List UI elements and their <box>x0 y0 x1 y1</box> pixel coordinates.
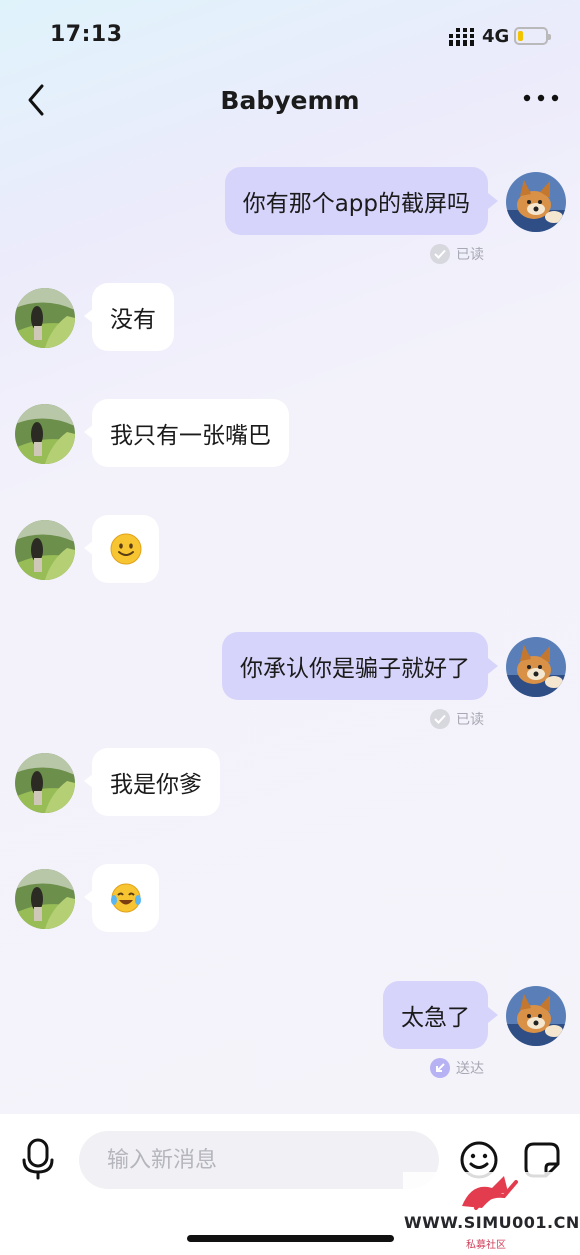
message-bubble-incoming[interactable]: 没有 <box>92 283 174 351</box>
message-text: 你有那个app的截屏吗 <box>242 191 470 217</box>
watermark-subtext: 私募社区 <box>466 1240 506 1251</box>
tears-of-joy-emoji-icon <box>110 883 141 913</box>
bubble-tail <box>488 193 498 209</box>
message-bubble-incoming[interactable] <box>92 864 159 932</box>
home-indicator[interactable] <box>187 1235 394 1242</box>
slight-smile-emoji-icon <box>110 533 141 565</box>
contact-avatar[interactable] <box>15 404 75 464</box>
send-arrow-icon <box>430 1058 450 1078</box>
read-status-text: 已读 <box>456 247 484 263</box>
read-receipt: 已读 <box>430 244 484 264</box>
contact-avatar[interactable] <box>15 869 75 929</box>
status-time: 17:13 <box>50 22 123 47</box>
message-text: 你承认你是骗子就好了 <box>240 656 470 682</box>
message-text: 我是你爹 <box>110 772 202 798</box>
message-bubble-incoming[interactable] <box>92 515 159 583</box>
bubble-tail <box>488 1007 498 1023</box>
read-receipt: 已读 <box>430 709 484 729</box>
message-text: 没有 <box>110 307 156 333</box>
microphone-icon[interactable] <box>20 1138 56 1180</box>
watermark-text: WWW.SIMU001.CN <box>404 1213 580 1232</box>
delivered-status-text: 送达 <box>456 1061 484 1077</box>
message-bubble-incoming[interactable]: 我是你爹 <box>92 748 220 816</box>
delivery-receipt: 送达 <box>430 1058 484 1078</box>
read-status-text: 已读 <box>456 712 484 728</box>
message-bubble-outgoing[interactable]: 太急了 <box>383 981 488 1049</box>
contact-avatar[interactable] <box>15 753 75 813</box>
my-avatar[interactable] <box>506 637 566 697</box>
bubble-tail <box>488 658 498 674</box>
more-options-icon[interactable] <box>523 90 559 106</box>
message-bubble-incoming[interactable]: 我只有一张嘴巴 <box>92 399 289 467</box>
message-text: 太急了 <box>401 1005 470 1031</box>
message-text: 我只有一张嘴巴 <box>110 423 271 449</box>
message-input[interactable] <box>79 1131 439 1189</box>
chat-title: Babyemm <box>220 86 360 115</box>
message-bubble-outgoing[interactable]: 你有那个app的截屏吗 <box>224 167 488 235</box>
message-bubble-outgoing[interactable]: 你承认你是骗子就好了 <box>222 632 488 700</box>
network-type: 4G <box>482 26 510 47</box>
check-icon <box>430 709 450 729</box>
battery-icon <box>514 27 551 45</box>
contact-avatar[interactable] <box>15 520 75 580</box>
contact-avatar[interactable] <box>15 288 75 348</box>
my-avatar[interactable] <box>506 172 566 232</box>
my-avatar[interactable] <box>506 986 566 1046</box>
signal-icon <box>449 28 474 46</box>
watermark-logo-icon <box>462 1176 518 1210</box>
check-icon <box>430 244 450 264</box>
battery-level <box>518 31 523 41</box>
